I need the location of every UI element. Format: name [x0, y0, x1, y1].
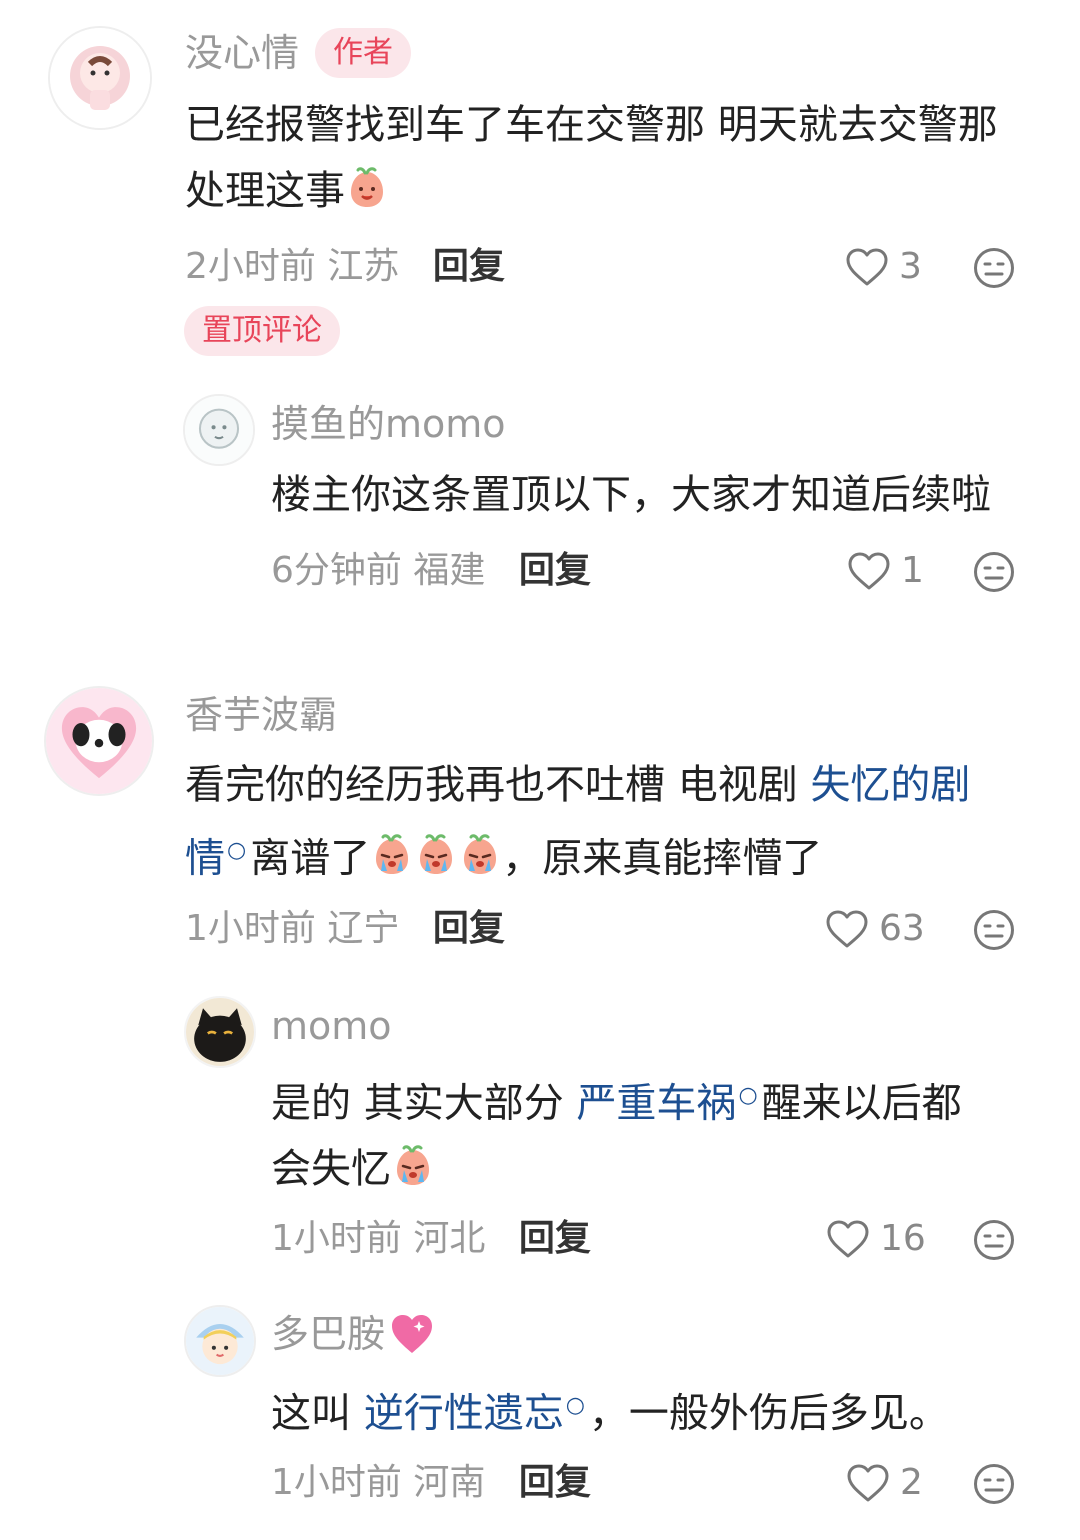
like-count: 63 — [879, 908, 925, 949]
username[interactable]: 摸鱼的momo — [271, 400, 506, 448]
dislike-icon[interactable] — [973, 1219, 1015, 1261]
comment-meta: 1小时前 辽宁 回复 — [185, 905, 505, 953]
dislike-icon[interactable] — [973, 551, 1015, 593]
dislike-icon[interactable] — [973, 909, 1015, 951]
peach-smile-emoji — [345, 164, 389, 208]
dislike-icon[interactable] — [973, 247, 1015, 289]
search-link[interactable]: 严重车祸 — [576, 1080, 736, 1126]
like-button[interactable]: 2 — [846, 1459, 923, 1507]
search-link-icon: ○ — [738, 1083, 758, 1108]
peach-cry-emoji — [414, 831, 458, 875]
reply-button[interactable]: 回复 — [519, 550, 591, 591]
location: 辽宁 — [327, 908, 400, 949]
timestamp: 1小时前 — [271, 1218, 402, 1259]
comment-meta: 6分钟前 福建 回复 — [271, 547, 591, 595]
comment-meta: 1小时前 河北 回复 — [271, 1215, 591, 1263]
comment-text: 楼主你这条置顶以下，大家才知道后续啦 — [271, 472, 991, 518]
avatar[interactable] — [44, 686, 154, 796]
comment-text: 看完你的经历我再也不吐槽 电视剧 失忆的剧 情○ 离谱了 ，原来真能摔懵了 — [185, 762, 971, 882]
like-button[interactable]: 3 — [845, 243, 922, 291]
location: 江苏 — [327, 246, 400, 287]
username[interactable]: 多巴胺 — [271, 1310, 385, 1358]
search-link[interactable]: 逆行性遗忘 — [364, 1390, 564, 1436]
like-button[interactable]: 16 — [826, 1215, 926, 1263]
like-button[interactable]: 1 — [847, 547, 924, 595]
comment-text: 这叫 逆行性遗忘○ ，一般外伤后多见。 — [271, 1390, 949, 1437]
username[interactable]: momo — [271, 1002, 392, 1050]
search-link-icon: ○ — [565, 1393, 585, 1418]
avatar[interactable] — [184, 1305, 256, 1377]
reply-button[interactable]: 回复 — [519, 1462, 591, 1503]
location: 河北 — [413, 1218, 486, 1259]
reply-button[interactable]: 回复 — [519, 1218, 591, 1259]
heart-icon — [826, 1219, 870, 1259]
search-link[interactable]: 情 — [185, 835, 225, 881]
comment-meta: 1小时前 河南 回复 — [271, 1459, 591, 1507]
like-count: 2 — [900, 1462, 923, 1503]
peach-cry-emoji — [458, 831, 502, 875]
timestamp: 6分钟前 — [271, 550, 402, 591]
sparkling-heart-emoji — [389, 1311, 435, 1357]
comment-text: 是的 其实大部分 严重车祸○ 醒来以后都 会失忆 — [271, 1080, 962, 1193]
location: 河南 — [413, 1462, 486, 1503]
avatar[interactable] — [48, 26, 152, 130]
search-link-icon: ○ — [227, 838, 247, 863]
reply-button[interactable]: 回复 — [433, 246, 505, 287]
avatar[interactable] — [184, 996, 256, 1068]
heart-icon — [825, 909, 869, 949]
heart-icon — [846, 1463, 890, 1503]
search-link[interactable]: 失忆的剧 — [810, 762, 970, 808]
author-badge: 作者 — [315, 28, 412, 78]
dislike-icon[interactable] — [973, 1463, 1015, 1505]
timestamp: 1小时前 — [185, 908, 316, 949]
pinned-comment-badge: 置顶评论 — [184, 306, 340, 356]
location: 福建 — [413, 550, 486, 591]
peach-cry-emoji — [391, 1142, 435, 1186]
reply-button[interactable]: 回复 — [433, 908, 505, 949]
peach-cry-emoji — [370, 831, 414, 875]
avatar[interactable] — [183, 394, 255, 466]
comment-text: 已经报警找到车了车在交警那 明天就去交警那 处理这事 — [185, 102, 998, 214]
like-count: 16 — [880, 1218, 926, 1259]
comment-meta: 2小时前 江苏 回复 — [185, 243, 505, 291]
like-button[interactable]: 63 — [825, 905, 925, 953]
like-count: 1 — [901, 550, 924, 591]
heart-icon — [845, 247, 889, 287]
timestamp: 2小时前 — [185, 246, 316, 287]
like-count: 3 — [899, 246, 922, 287]
username[interactable]: 没心情 — [185, 29, 299, 77]
username[interactable]: 香芋波霸 — [185, 691, 337, 739]
timestamp: 1小时前 — [271, 1462, 402, 1503]
heart-icon — [847, 551, 891, 591]
